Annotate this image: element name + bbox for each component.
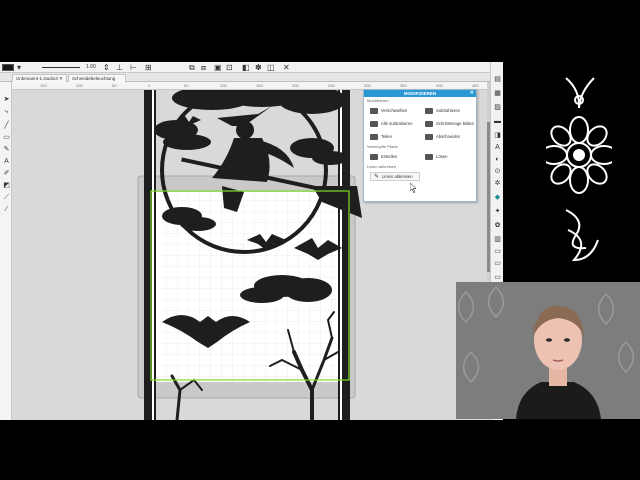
subtract-icon [425, 107, 433, 114]
offset-icon[interactable]: ◫ [267, 63, 275, 72]
knife-tool-icon[interactable]: ⟋ [2, 194, 11, 202]
panel-header[interactable]: MODIFIZIEREN ✕ [364, 90, 476, 97]
compound-path-icon[interactable]: ▣ [214, 63, 222, 72]
eyedropper-tool-icon[interactable]: ⁄ [2, 206, 11, 214]
document-tabs: Unbenannt-1.studio3 ✕ Schneidebeleuchtun… [0, 73, 503, 82]
line-cap-icon[interactable]: ⊥ [116, 63, 123, 72]
line-join-icon[interactable]: ⊢ [130, 63, 137, 72]
offset-panel-icon[interactable]: ◐ [493, 156, 502, 164]
trace-lines-button[interactable]: ✎ Linien abkreisen [370, 172, 420, 181]
line-tool-icon[interactable]: ╱ [2, 122, 11, 130]
section-lines-label: Linien abkreisen [367, 164, 397, 169]
release-icon [425, 153, 433, 160]
freehand-tool-icon[interactable]: ✐ [2, 170, 11, 178]
intersect-button[interactable]: Schnittmenge bilden [419, 120, 474, 127]
pen-tool-icon[interactable]: ✎ [2, 146, 11, 154]
page-setup-icon[interactable]: ▤ [493, 76, 502, 84]
rectangle-tool-icon[interactable]: ▭ [2, 134, 11, 142]
pencil-icon: ✎ [374, 174, 380, 180]
section-modify-label: Modifizieren [367, 98, 389, 103]
line-style-icon[interactable] [42, 66, 80, 69]
channel-logo [546, 77, 612, 262]
subtract-all-button[interactable]: Alle subtrahieren [364, 120, 419, 127]
release-compound-icon[interactable]: ⊡ [226, 63, 233, 72]
trace-panel-icon[interactable]: ⊙ [493, 168, 502, 176]
fill-color-icon[interactable]: ▨ [493, 104, 502, 112]
arrange-icon[interactable]: ◧ [242, 63, 250, 72]
modify-panel: MODIFIZIEREN ✕ Modifizieren Verschweißen… [363, 89, 477, 202]
stroke-stepper-icon[interactable]: ⇕ [103, 63, 110, 72]
left-tool-bar: ➤ ⤷ ╱ ▭ ✎ A ✐ ◩ ⟋ ⁄ [0, 82, 12, 420]
design-store-icon[interactable]: ▦ [493, 90, 502, 98]
weld-icon[interactable]: ✽ [255, 63, 262, 72]
text-style-icon[interactable]: A [493, 144, 502, 152]
replicate-icon[interactable]: ✲ [493, 180, 502, 188]
tab-label: Schneidebeleuchtung [72, 76, 116, 81]
line-color-icon[interactable]: ▬ [493, 118, 502, 126]
section-compound-label: Verknüpfte Pfade [367, 144, 398, 149]
select-arrow-icon[interactable]: ➤ [2, 96, 11, 104]
eraser-tool-icon[interactable]: ◩ [2, 182, 11, 190]
tab-unbenannt[interactable]: Unbenannt-1.studio3 ✕ [12, 74, 67, 82]
color-swatch-icon[interactable] [2, 64, 14, 71]
subtract-button[interactable]: Subtrahieren [419, 107, 474, 114]
tab-schneidebeleuchtung[interactable]: Schneidebeleuchtung [68, 74, 126, 82]
panel-title: MODIFIZIEREN [403, 91, 437, 96]
intersect-icon [425, 120, 433, 127]
knife-panel-icon[interactable]: ✦ [493, 208, 502, 216]
cut-settings-icon[interactable]: ▭ [493, 248, 502, 256]
presenter-video [456, 282, 640, 419]
tab-label: Unbenannt-1.studio3 [16, 76, 58, 81]
modify-panel-icon[interactable]: ◆ [493, 194, 502, 202]
library-icon[interactable]: ▭ [493, 274, 502, 282]
mouse-cursor-icon [410, 183, 417, 193]
send-icon[interactable]: ▭ [493, 260, 502, 268]
align-icon[interactable]: ⊞ [145, 63, 152, 72]
weld-icon [370, 107, 378, 114]
transform-icon[interactable]: ✿ [493, 222, 502, 230]
subtract-all-icon [370, 120, 378, 127]
make-compound-button[interactable]: Erstellen [364, 153, 419, 160]
crop-icon [425, 133, 433, 140]
group-icon[interactable]: ⧉ [189, 63, 195, 72]
layers-icon[interactable]: ▥ [493, 236, 502, 244]
close-icon[interactable]: ✕ [470, 90, 474, 97]
gradient-icon[interactable]: ◨ [493, 132, 502, 140]
point-edit-icon[interactable]: ⤷ [2, 108, 11, 116]
dropdown-icon[interactable]: ▾ [17, 63, 21, 72]
release-compound-button[interactable]: Lösen [419, 153, 474, 160]
video-frame: ▾ 1.00 ⇕ ⊥ ⊢ ⊞ ⧉ ⧈ ▣ ⊡ ◧ ✽ ◫ ✕ Unbenannt… [0, 0, 640, 480]
divide-icon [370, 133, 378, 140]
divide-button[interactable]: Teilen [364, 133, 419, 140]
line-style-toolbar: ▾ 1.00 ⇕ ⊥ ⊢ ⊞ ⧉ ⧈ ▣ ⊡ ◧ ✽ ◫ ✕ [0, 62, 503, 73]
close-icon[interactable]: ✕ [59, 76, 63, 81]
stroke-width-value[interactable]: 1.00 [86, 64, 96, 70]
close-icon[interactable]: ✕ [283, 63, 290, 72]
webcam-overlay [456, 282, 640, 419]
text-tool-icon[interactable]: A [2, 158, 11, 166]
compound-icon [370, 153, 378, 160]
weld-button[interactable]: Verschweißen [364, 107, 419, 114]
ungroup-icon[interactable]: ⧈ [201, 63, 206, 72]
crop-button[interactable]: Abschneiden [419, 133, 474, 140]
